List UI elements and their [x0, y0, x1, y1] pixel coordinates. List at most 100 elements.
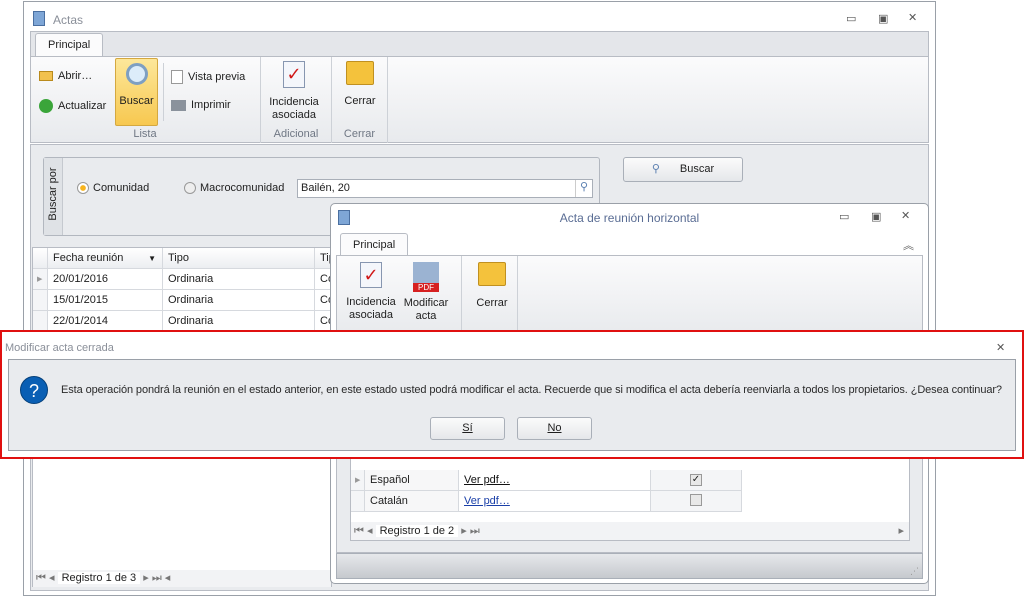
- table-cell[interactable]: Co: [315, 269, 331, 290]
- refresh-icon: [39, 99, 53, 113]
- abrir-button[interactable]: Abrir…: [39, 70, 92, 83]
- idioma-cell[interactable]: Catalán: [365, 491, 459, 512]
- incidencia-label: Incidencia asociada: [269, 96, 319, 121]
- collapse-ribbon-icon[interactable]: ︽: [903, 237, 914, 253]
- grid-navigator: ⏮ ◂ Registro 1 de 3 ▸ ⏭ ◂: [33, 570, 331, 587]
- table-cell[interactable]: Ordinaria: [163, 311, 315, 332]
- child-cerrar-label: Cerrar: [476, 297, 508, 309]
- last-record-icon[interactable]: ⏭: [470, 525, 480, 537]
- radio-selected-icon: [77, 182, 89, 195]
- folder-exit-icon: [346, 61, 374, 85]
- child-maximize-button[interactable]: ▣: [871, 210, 881, 223]
- ver-pdf-link[interactable]: Ver pdf…: [464, 495, 510, 507]
- pdf-cell: Ver pdf…: [459, 470, 651, 491]
- preview-icon: [171, 70, 183, 84]
- clipboard-check-icon: ✓: [283, 61, 305, 88]
- checkbox-unchecked[interactable]: [690, 494, 702, 506]
- resize-grip-icon[interactable]: ⋰: [910, 566, 919, 577]
- prev-record-icon[interactable]: ◂: [367, 525, 373, 537]
- next-record-icon[interactable]: ▸: [143, 572, 149, 584]
- folder-icon: [39, 71, 53, 82]
- radio-icon: [184, 182, 196, 195]
- prev-record-icon[interactable]: ◂: [49, 572, 55, 584]
- minimize-button[interactable]: ▭: [846, 12, 856, 25]
- clipboard-check-icon: ✓: [360, 262, 382, 288]
- window-title: Actas: [53, 13, 84, 27]
- oficial-cell: [651, 491, 742, 512]
- no-label: No: [547, 422, 562, 434]
- record-counter: Registro 1 de 3: [57, 572, 141, 584]
- dialog-close-button[interactable]: ✕: [996, 341, 1005, 354]
- child-status-bar: ⋰: [336, 553, 923, 579]
- group-lista: Lista: [133, 128, 157, 140]
- buscar-button[interactable]: ⚲ Buscar: [623, 157, 743, 182]
- child-incidencia-button[interactable]: ✓ Incidencia asociada: [343, 262, 399, 322]
- child-close-button[interactable]: ✕: [901, 209, 910, 222]
- buscar-ribbon-button[interactable]: Buscar: [115, 58, 158, 126]
- imprimir-button[interactable]: Imprimir: [171, 99, 231, 112]
- actualizar-button[interactable]: Actualizar: [39, 99, 106, 113]
- row-indicator[interactable]: ▶: [351, 470, 365, 491]
- maximize-button[interactable]: ▣: [878, 12, 888, 25]
- yes-button[interactable]: Sí: [430, 417, 505, 440]
- app-icon: [33, 11, 45, 26]
- buscar-button-label: Buscar: [679, 163, 715, 175]
- row-indicator[interactable]: [351, 491, 365, 512]
- table-cell[interactable]: Ordinaria: [163, 269, 315, 290]
- row-indicator[interactable]: [33, 311, 48, 332]
- table-cell[interactable]: 20/01/2016: [48, 269, 163, 290]
- scroll-left-icon[interactable]: ◂: [165, 572, 171, 584]
- fecha-header-label: Fecha reunión: [53, 252, 124, 264]
- last-record-icon[interactable]: ⏭: [152, 572, 162, 584]
- next-record-icon[interactable]: ▸: [461, 525, 467, 537]
- tab-principal[interactable]: Principal: [35, 33, 104, 56]
- column-header-fecha[interactable]: Fecha reunión ▼: [48, 248, 163, 269]
- modificar-acta-dialog: Modificar acta cerrada ✕ ? Esta operació…: [0, 330, 1024, 459]
- pdf-badge: PDF: [413, 283, 439, 292]
- buscar-por-label: Buscar por: [47, 167, 59, 221]
- group-cerrar: Cerrar: [343, 128, 376, 140]
- child-grid-navigator: ⏮ ◂ Registro 1 de 2 ▸ ⏭ ▸: [351, 522, 909, 540]
- cerrar-button[interactable]: Cerrar: [335, 61, 385, 108]
- table-cell[interactable]: Co: [315, 311, 331, 332]
- row-indicator[interactable]: [33, 290, 48, 311]
- dialog-body: ? Esta operación pondrá la reunión en el…: [8, 359, 1016, 451]
- child-minimize-button[interactable]: ▭: [839, 210, 849, 223]
- table-cell[interactable]: 22/01/2014: [48, 311, 163, 332]
- imprimir-label: Imprimir: [191, 99, 231, 111]
- group-adicional: Adicional: [273, 128, 319, 140]
- ribbon-tab-strip: [30, 31, 929, 57]
- radio-macrocomunidad[interactable]: Macrocomunidad: [184, 182, 284, 195]
- abrir-label: Abrir…: [58, 70, 93, 82]
- checkbox-checked[interactable]: ✓: [690, 474, 702, 486]
- vista-previa-button[interactable]: Vista previa: [171, 70, 245, 84]
- incidencia-button[interactable]: ✓ Incidencia asociada: [265, 61, 323, 122]
- column-header-tipo2[interactable]: Tip: [315, 248, 331, 269]
- no-button[interactable]: No: [517, 417, 592, 440]
- idioma-cell[interactable]: Español: [365, 470, 459, 491]
- community-search-input[interactable]: Bailén, 20 ⚲: [297, 179, 593, 198]
- modificar-acta-button[interactable]: PDF Modificar acta: [401, 262, 451, 323]
- search-lookup-icon[interactable]: ⚲: [575, 180, 592, 197]
- scroll-right-icon[interactable]: ▸: [898, 524, 904, 537]
- first-record-icon[interactable]: ⏮: [354, 525, 364, 537]
- table-cell[interactable]: Co: [315, 290, 331, 311]
- column-header-tipo[interactable]: Tipo: [163, 248, 315, 269]
- table-cell[interactable]: 15/01/2015: [48, 290, 163, 311]
- row-indicator[interactable]: ▶: [33, 269, 48, 290]
- modificar-label: Modificar acta: [403, 297, 449, 322]
- radio-comunidad[interactable]: Comunidad: [77, 182, 149, 195]
- actualizar-label: Actualizar: [58, 99, 107, 112]
- close-button[interactable]: ✕: [908, 11, 917, 24]
- child-record-counter: Registro 1 de 2: [375, 525, 459, 537]
- dialog-message: Esta operación pondrá la reunión en el e…: [61, 384, 1002, 396]
- first-record-icon[interactable]: ⏮: [36, 572, 46, 584]
- dialog-title: Modificar acta cerrada: [5, 342, 114, 354]
- ver-pdf-link[interactable]: Ver pdf…: [464, 474, 510, 486]
- child-tab-principal[interactable]: Principal: [340, 233, 409, 256]
- child-cerrar-button[interactable]: Cerrar: [467, 262, 517, 310]
- table-cell[interactable]: Ordinaria: [163, 290, 315, 311]
- yes-label: Sí: [462, 422, 473, 434]
- cerrar-label: Cerrar: [344, 95, 376, 107]
- sort-desc-icon: ▼: [148, 254, 156, 263]
